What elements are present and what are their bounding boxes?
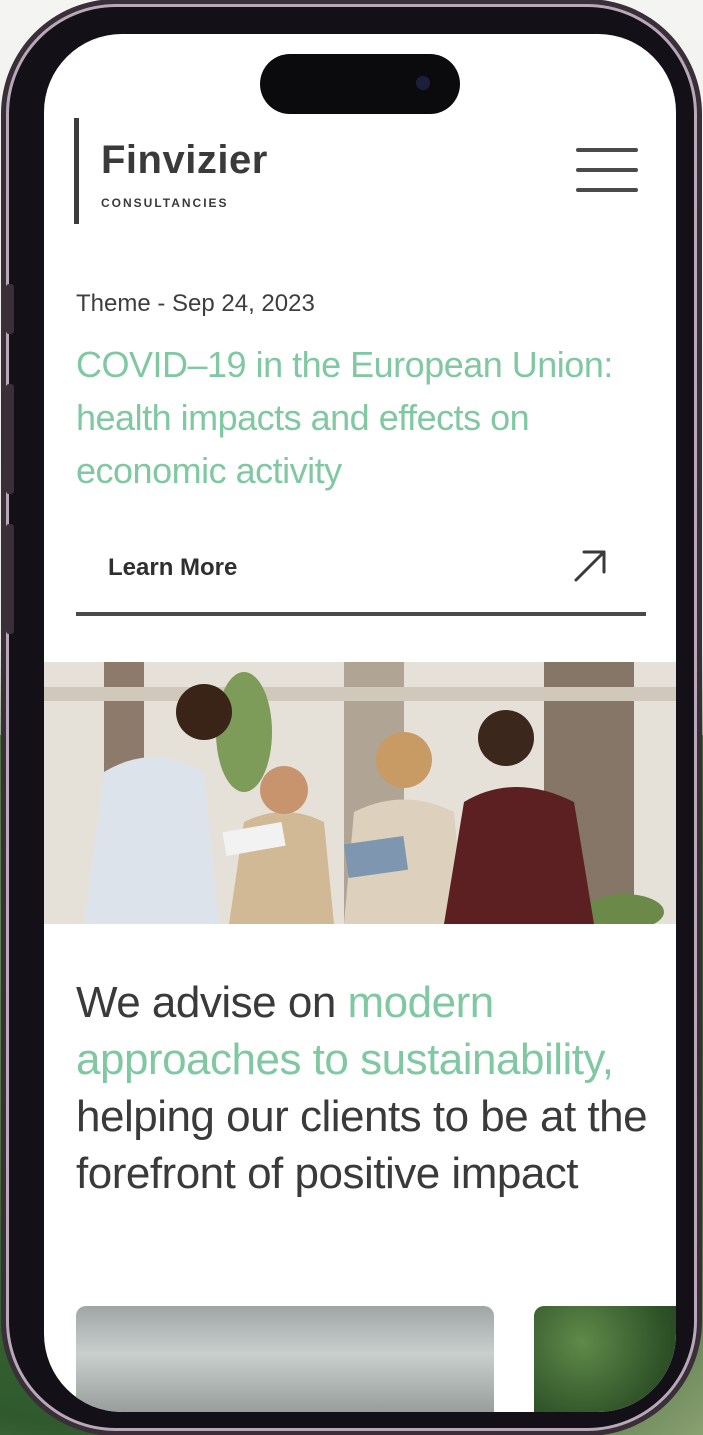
arrow-up-right-icon: [574, 550, 606, 582]
phone-frame: Finvizier CONSULTANCIES Theme - Sep 24, …: [6, 4, 697, 1431]
feature-card-image[interactable]: [76, 1306, 494, 1412]
phone-screen: Finvizier CONSULTANCIES Theme - Sep 24, …: [44, 34, 676, 1412]
phone-volume-up: [6, 384, 14, 494]
article-meta: Theme - Sep 24, 2023: [76, 290, 315, 317]
article-title[interactable]: COVID–19 in the European Union: health i…: [76, 338, 656, 497]
statement-prefix: We advise on: [76, 978, 348, 1027]
value-statement: We advise on modern approaches to sustai…: [76, 974, 656, 1202]
learn-more-link[interactable]: Learn More: [76, 534, 646, 616]
phone-mute-switch: [6, 284, 14, 334]
learn-more-label: Learn More: [108, 554, 238, 581]
front-camera: [416, 76, 430, 90]
phone-volume-down: [6, 524, 14, 634]
hamburger-menu-icon[interactable]: [576, 148, 638, 194]
brand-subtitle: CONSULTANCIES: [101, 196, 229, 210]
feature-card-image[interactable]: [534, 1306, 676, 1412]
team-photo: [44, 662, 676, 924]
dynamic-island: [260, 54, 460, 114]
brand-name: Finvizier: [101, 138, 268, 182]
brand-logo[interactable]: Finvizier CONSULTANCIES: [74, 118, 268, 224]
statement-suffix: helping our clients to be at the forefro…: [76, 1092, 648, 1198]
